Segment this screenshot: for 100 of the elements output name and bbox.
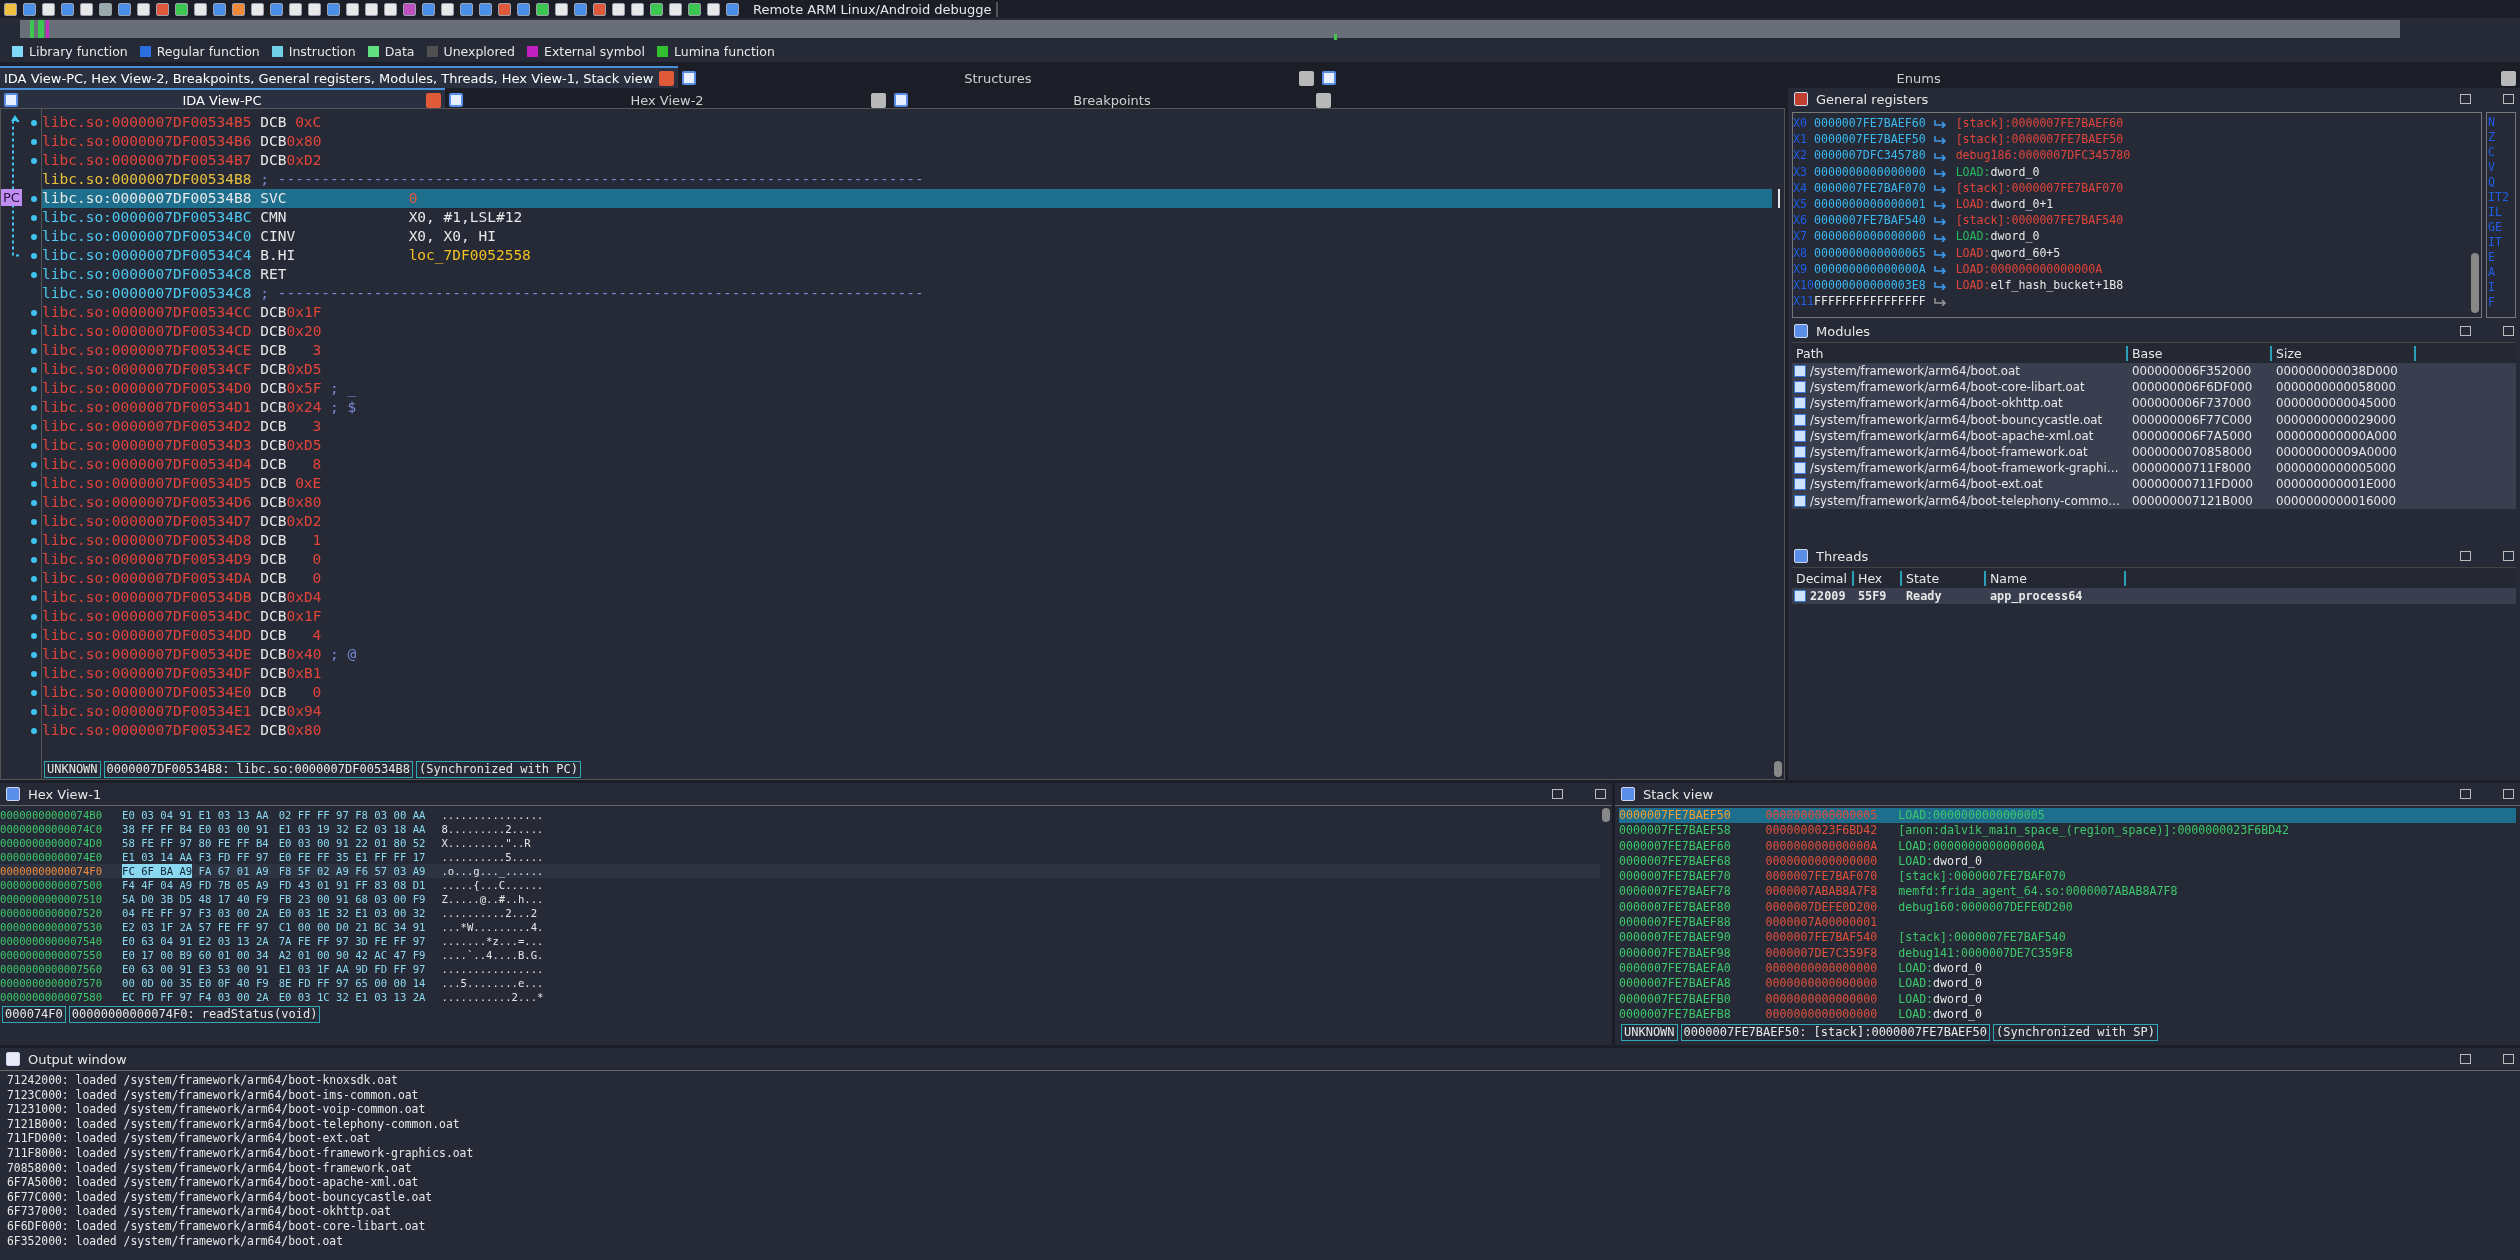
tab[interactable]: IDA View-PC (0, 88, 445, 110)
module-path: /system/framework/arm64/boot-core-libart.oat (1809, 380, 2086, 395)
stack-address: 0000007FE7BAEF78 (1619, 884, 1732, 900)
code-line[interactable]: libc.so:0000007DF00534D7 DCB0xD2 (42, 512, 1772, 531)
stack-row[interactable]: 0000007FE7BAEFA0 0000000000000000 LOAD:dword_0 (1619, 960, 2516, 977)
register-value[interactable]: 0000000000000000 (1813, 228, 1926, 245)
code-line[interactable]: libc.so:0000007DF00534C0 CINV X0, X0, HI (42, 227, 1772, 246)
code-line[interactable]: libc.so:0000007DF00534CC DCB0x1F (42, 303, 1772, 322)
register-value[interactable]: 0000000000000001 (1813, 196, 1926, 213)
register-value[interactable]: 0000007FE7BAF070 (1813, 179, 1926, 196)
symbol: 000000000000000A (1990, 260, 2103, 278)
register-value[interactable]: 0000007FE7BAF540 (1813, 212, 1926, 229)
hex-bytes: 5A D0 3B D5 48 17 40 F9 (122, 892, 269, 906)
code-line[interactable]: libc.so:0000007DF00534CE DCB 3 (42, 341, 1772, 360)
stack-row[interactable]: 0000007FE7BAEF88 0000007A00000001 (1619, 915, 2516, 931)
stack-row[interactable]: 0000007FE7BAEF90 0000007FE7BAF540 [stack]:0000007FE7BAF540 (1619, 930, 2516, 946)
line-address: libc.so:0000007DF00534DA (42, 569, 252, 588)
hex-bytes: EC FD FF 97 F4 03 00 2A (122, 990, 269, 1004)
code-line[interactable]: libc.so:0000007DF00534E1 DCB0x94 (42, 702, 1772, 721)
register-value[interactable]: 0000000000000065 (1813, 244, 1926, 261)
code-line[interactable]: libc.so:0000007DF00534E0 DCB 0 (42, 683, 1772, 702)
column-header[interactable]: Base (2128, 345, 2272, 361)
column-header[interactable]: Name (1986, 570, 2126, 586)
symbol: 0000000023F6BD42 (2177, 823, 2290, 839)
segment-name: LOAD: (1955, 228, 1991, 245)
hex-row[interactable]: 0000000000007520 04 FE FF 97 F3 03 00 2A E0 03 1E 32 E1 03 00 32 ..........2...2 (0, 906, 1600, 920)
register-value[interactable]: FFFFFFFFFFFFFFFF (1813, 293, 1926, 310)
code-line[interactable]: libc.so:0000007DF00534DC DCB0x1F (42, 607, 1772, 626)
comment: ; _ (330, 379, 357, 398)
code-line[interactable]: libc.so:0000007DF00534D1 DCB0x24 ; $ (42, 398, 1772, 417)
mnemonic: DCB (260, 303, 287, 322)
stack-row[interactable]: 0000007FE7BAEFA8 0000000000000000 LOAD:dword_0 (1619, 976, 2516, 992)
code-line[interactable]: libc.so:0000007DF00534DE DCB0x40 ; @ (42, 645, 1772, 664)
register-value[interactable]: 000000000000000A (1813, 260, 1926, 278)
operand: 0xD5 (286, 436, 322, 455)
stack-row[interactable]: 0000007FE7BAEF78 0000007ABAB8A7F8 memfd:frida_agent_64.so:0000007ABAB8A7F8 (1619, 884, 2516, 900)
hex-row[interactable]: 0000000000007540 E0 63 04 91 E2 03 13 2A 7A FE FF 97 3D FE FF 97 .......*z...=... (0, 934, 1600, 948)
code-line[interactable]: libc.so:0000007DF00534B5 DCB 0xC (42, 113, 1772, 132)
stack-value: 0000007DE7C359F8 (1765, 945, 1879, 961)
panel-title: General registers (1816, 91, 1930, 107)
column-header[interactable]: Size (2272, 345, 2416, 361)
code-line[interactable]: libc.so:0000007DF00534D2 DCB 3 (42, 417, 1772, 436)
hex-row[interactable]: 00000000000074B0 E0 03 04 91 E1 03 13 AA 02 FF FF 97 F8 03 00 AA ................ (0, 808, 1600, 822)
code-line[interactable]: libc.so:0000007DF00534D0 DCB0x5F ; _ (42, 379, 1772, 398)
segment-name: debug160: (1898, 899, 1961, 916)
code-line[interactable]: libc.so:0000007DF00534DF DCB0xB1 (42, 664, 1772, 683)
column-header[interactable]: State (1902, 570, 1986, 586)
code-line[interactable]: libc.so:0000007DF00534DD DCB 4 (42, 626, 1772, 645)
operand: 0xE (294, 474, 322, 493)
code-line[interactable]: libc.so:0000007DF00534D8 DCB 1 (42, 531, 1772, 550)
code-line[interactable]: libc.so:0000007DF00534B7 DCB0xD2 (42, 151, 1772, 170)
hex-bytes: 00 0D 00 35 E0 0F 40 F9 (122, 976, 269, 990)
hex-row[interactable]: 0000000000007570 00 0D 00 35 E0 0F 40 F9 8E FD FF 97 65 00 00 14 ...5........e... (0, 976, 1600, 990)
stack-row[interactable]: 0000007FE7BAEF70 0000007FE7BAF070 [stack]:0000007FE7BAF070 (1619, 869, 2516, 885)
hex-row[interactable]: 0000000000007500 F4 4F 04 A9 FD 7B 05 A9 FD 43 01 91 FF 83 08 D1 .....{...C...... (0, 878, 1600, 892)
code-line[interactable]: libc.so:0000007DF00534BC CMN X0, #1,LSL#12 (42, 208, 1772, 227)
register-value[interactable]: 0000007FE7BAEF60 (1813, 115, 1926, 132)
code-line[interactable]: libc.so:0000007DF00534DB DCB0xD4 (42, 588, 1772, 607)
hex-row[interactable]: 00000000000074F0 FC 6F BA A9 FA 67 01 A9 F8 5F 02 A9 F6 57 03 A9 .o...g..._...... (0, 864, 1600, 878)
code-line[interactable]: libc.so:0000007DF00534CF DCB0xD5 (42, 360, 1772, 379)
hex-row[interactable]: 0000000000007530 E2 03 1F 2A 57 FE FF 97 C1 00 00 D0 21 BC 34 91 ...*W.........4. (0, 920, 1600, 934)
stack-row[interactable]: 0000007FE7BAEF80 0000007DEFE0D200 debug160:0000007DEFE0D200 (1619, 899, 2516, 916)
register-value[interactable]: 0000007FE7BAEF50 (1813, 131, 1926, 148)
hex-row[interactable]: 00000000000074C0 38 FF FF B4 E0 03 00 91 E1 03 19 32 E2 03 18 AA 8.........2..... (0, 822, 1600, 836)
code-line[interactable]: libc.so:0000007DF00534D6 DCB0x80 (42, 493, 1772, 512)
code-line[interactable]: libc.so:0000007DF00534D5 DCB 0xE (42, 474, 1772, 493)
code-line[interactable]: libc.so:0000007DF00534DA DCB 0 (42, 569, 1772, 588)
code-line[interactable]: libc.so:0000007DF00534D4 DCB 8 (42, 455, 1772, 474)
hex-row[interactable]: 0000000000007510 5A D0 3B D5 48 17 40 F9 FB 23 00 91 68 03 00 F9 Z.....@..#..h... (0, 892, 1600, 906)
hex-row[interactable]: 00000000000074E0 E1 03 14 AA F3 FD FF 97 E0 FE FF 35 E1 FF FF 17 ..........5..... (0, 850, 1600, 864)
column-header[interactable]: Hex (1854, 570, 1902, 586)
code-line[interactable]: libc.so:0000007DF00534B6 DCB0x80 (42, 132, 1772, 151)
hex-row[interactable]: 0000000000007550 E0 17 00 B9 60 01 00 34 A2 01 00 90 42 AC 47 F9 ....`..4....B.G. (0, 948, 1600, 962)
stack-row[interactable]: 0000007FE7BAEF58 0000000023F6BD42 [anon:dalvik_main_space_(region_space)]:0000000023F6BD42 (1619, 823, 2516, 839)
column-header[interactable]: Decimal (1792, 570, 1854, 586)
flag-name: V (2488, 160, 2496, 175)
code-line[interactable]: libc.so:0000007DF00534C8 RET (42, 265, 1772, 284)
stack-row[interactable]: 0000007FE7BAEF98 0000007DE7C359F8 debug141:0000007DE7C359F8 (1619, 945, 2516, 961)
tab[interactable]: IDA View-PC, Hex View-2, Breakpoints, General registers, Modules, Threads, Hex View-1, Stack view (0, 66, 679, 88)
code-line[interactable]: libc.so:0000007DF00534C8 ; -------------------------------------------------------------------------- (42, 284, 1772, 303)
register-value[interactable]: 0000000000000000 (1813, 163, 1926, 180)
code-line[interactable]: libc.so:0000007DF00534D9 DCB 0 (42, 550, 1772, 569)
code-line[interactable]: libc.so:0000007DF00534B8 ; -------------------------------------------------------------------------- (42, 170, 1772, 189)
stack-row[interactable]: 0000007FE7BAEFB0 0000000000000000 LOAD:dword_0 (1619, 991, 2516, 1007)
register-value[interactable]: 0000007DFC345780 (1813, 147, 1926, 164)
code-line[interactable]: libc.so:0000007DF00534CD DCB0x20 (42, 322, 1772, 341)
column-header[interactable]: Path (1792, 345, 2128, 361)
code-line[interactable]: libc.so:0000007DF00534C4 B.HI loc_7DF0052558 (42, 246, 1772, 265)
code-line[interactable]: libc.so:0000007DF00534E2 DCB0x80 (42, 721, 1772, 740)
debugger-selector[interactable]: Remote ARM Linux/Android debugge (753, 1, 998, 17)
stack-row[interactable]: 0000007FE7BAEF60 000000000000000A LOAD:000000000000000A (1619, 838, 2516, 854)
hex-row[interactable]: 0000000000007560 E0 63 00 91 E3 53 00 91 E1 03 1F AA 9D FD FF 97 ................ (0, 962, 1600, 976)
code-line[interactable]: libc.so:0000007DF00534D3 DCB0xD5 (42, 436, 1772, 455)
status-field: 000074F0 (2, 1005, 66, 1023)
register-value[interactable]: 00000000000003E8 (1813, 277, 1926, 294)
hex-row[interactable]: 00000000000074D0 58 FE FF 97 80 FE FF B4 E0 03 00 91 22 01 80 52 X........."..R (0, 836, 1600, 850)
stack-row[interactable]: 0000007FE7BAEF68 0000000000000000 LOAD:dword_0 (1619, 853, 2516, 870)
segment-name: LOAD: (1898, 960, 1934, 977)
hex-row[interactable]: 0000000000007580 EC FD FF 97 F4 03 00 2A E0 03 1C 32 E1 03 13 2A ...........2...* (0, 990, 1600, 1004)
stack-row[interactable]: 0000007FE7BAEFB8 0000000000000000 LOAD:dword_0 (1619, 1006, 2516, 1023)
